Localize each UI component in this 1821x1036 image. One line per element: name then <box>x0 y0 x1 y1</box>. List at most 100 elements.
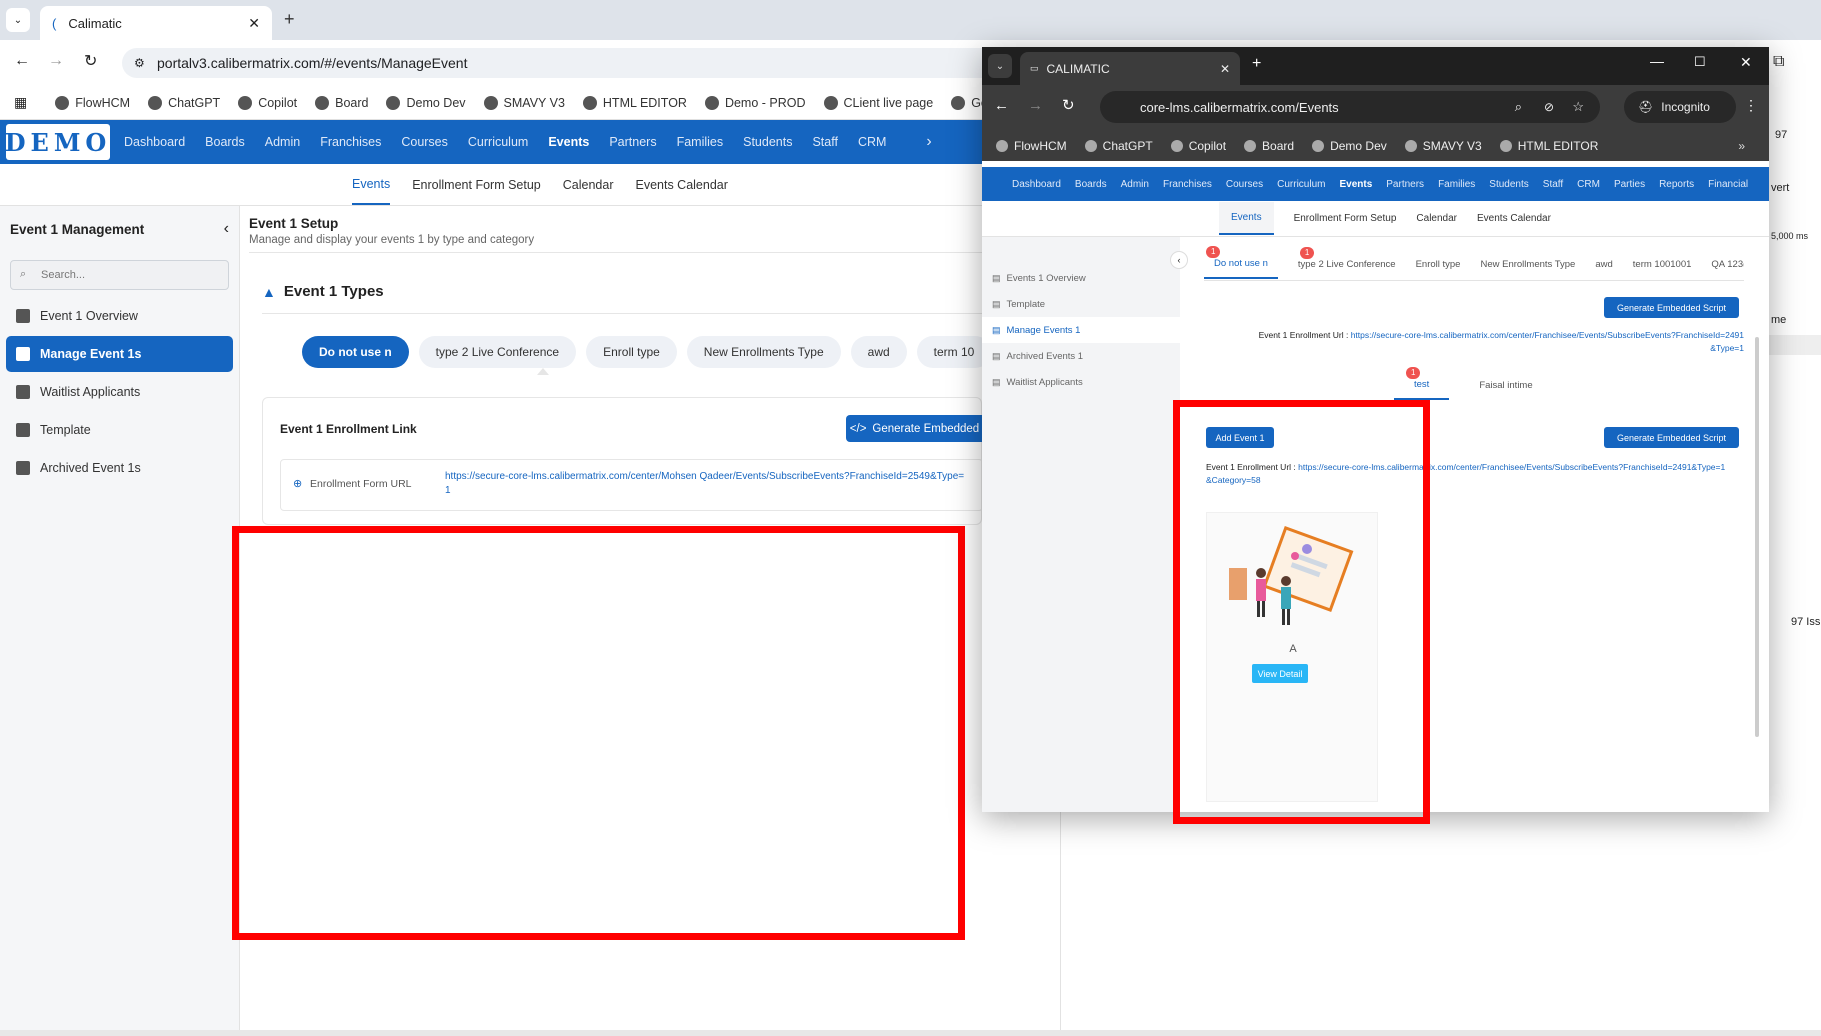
nav-partners[interactable]: Partners <box>609 135 656 149</box>
nav-admin[interactable]: Admin <box>265 135 300 149</box>
front-tab-search-button[interactable]: ⌄ <box>988 54 1012 78</box>
generate-embedded-button[interactable]: </> Generate Embedded <box>846 415 983 442</box>
sidebar-item-template[interactable]: Template <box>6 412 233 448</box>
front-type-tab-term-1001001[interactable]: term 1001001 <box>1633 255 1692 278</box>
event-type-do-not-use-n[interactable]: Do not use n <box>302 336 409 368</box>
bookmark-chatgpt[interactable]: ChatGPT <box>148 95 220 110</box>
back-address-bar[interactable]: ⚙ portalv3.calibermatrix.com/#/events/Ma… <box>122 48 1122 78</box>
bookmark-client-live-page[interactable]: CLient live page <box>823 95 933 110</box>
sidebar-item-waitlist-applicants[interactable]: Waitlist Applicants <box>6 374 233 410</box>
eye-off-icon[interactable]: ⊘ <box>1544 100 1554 114</box>
nav-franchises[interactable]: Franchises <box>320 135 381 149</box>
front-bookmark-board[interactable]: Board <box>1244 139 1294 153</box>
front-bookmark-copilot[interactable]: Copilot <box>1170 139 1226 153</box>
front-sidebar-waitlist-applicants[interactable]: ▤ Waitlist Applicants <box>982 369 1180 395</box>
apps-grid-icon[interactable]: ▦ <box>14 94 27 111</box>
front-close-tab-icon[interactable]: ✕ <box>1220 62 1230 76</box>
front-sidebar-archived-events-1[interactable]: ▤ Archived Events 1 <box>982 343 1180 369</box>
bookmark-demo-prod[interactable]: Demo - PROD <box>704 95 806 110</box>
front-nav-events[interactable]: Events <box>1339 179 1372 190</box>
sidebar-search-input[interactable]: ⌕ Search... <box>10 260 229 290</box>
front-nav-dashboard[interactable]: Dashboard <box>1012 179 1061 190</box>
front-sidebar-template[interactable]: ▤ Template <box>982 291 1180 317</box>
front-new-tab-button[interactable]: + <box>1252 55 1261 73</box>
back-arrow-icon[interactable]: ← <box>14 52 30 70</box>
front-nav-reports[interactable]: Reports <box>1659 179 1694 190</box>
zoom-icon[interactable]: ⌕ <box>1515 99 1522 115</box>
nav-curriculum[interactable]: Curriculum <box>468 135 528 149</box>
front-enroll-url-link[interactable]: https://secure-core-lms.calibermatrix.co… <box>1351 330 1744 353</box>
front-bookmark-flowhcm[interactable]: FlowHCM <box>996 139 1067 153</box>
nav-boards[interactable]: Boards <box>205 135 245 149</box>
front-generate-button-top[interactable]: Generate Embedded Script <box>1604 297 1739 318</box>
event-type-type-2-live-conference[interactable]: type 2 Live Conference <box>418 336 577 368</box>
front-nav-families[interactable]: Families <box>1438 179 1475 190</box>
front-type-tab-qa-123[interactable]: QA 123( <box>1711 255 1744 278</box>
nav-courses[interactable]: Courses <box>401 135 448 149</box>
front-back-arrow-icon[interactable]: ← <box>994 97 1009 114</box>
nav-events[interactable]: Events <box>548 135 589 149</box>
subnav-calendar[interactable]: Calendar <box>563 166 614 204</box>
front-nav-crm[interactable]: CRM <box>1577 179 1600 190</box>
window-close-icon[interactable]: ✕ <box>1740 54 1752 71</box>
demo-logo[interactable]: DEMO <box>5 124 110 160</box>
bookmark-copilot[interactable]: Copilot <box>238 95 297 110</box>
sidebar-item-manage-event-1s[interactable]: Manage Event 1s <box>6 336 233 372</box>
subnav-events-calendar[interactable]: Events Calendar <box>635 166 727 204</box>
front-nav-financial[interactable]: Financial <box>1708 179 1748 190</box>
nav-families[interactable]: Families <box>677 135 724 149</box>
front-generate-button-cat[interactable]: Generate Embedded Script <box>1604 427 1739 448</box>
sidebar-item-archived-event-1s[interactable]: Archived Event 1s <box>6 450 233 486</box>
star-icon[interactable]: ☆ <box>1572 99 1584 115</box>
front-nav-admin[interactable]: Admin <box>1121 179 1149 190</box>
front-nav-curriculum[interactable]: Curriculum <box>1277 179 1325 190</box>
incognito-badge[interactable]: ⛑ Incognito <box>1624 91 1736 123</box>
front-nav-boards[interactable]: Boards <box>1075 179 1107 190</box>
bookmark-smavy-v3[interactable]: SMAVY V3 <box>483 95 565 110</box>
event-type-awd[interactable]: awd <box>850 336 907 368</box>
front-type-tab-awd[interactable]: awd <box>1595 255 1612 278</box>
front-subnav-events-calendar[interactable]: Events Calendar <box>1477 203 1551 234</box>
subnav-events[interactable]: Events <box>352 165 391 205</box>
front-forward-arrow-icon[interactable]: → <box>1028 97 1043 114</box>
bookmark-board[interactable]: Board <box>315 95 368 110</box>
nav-staff[interactable]: Staff <box>812 135 837 149</box>
bottom-scrollbar[interactable] <box>0 1030 1821 1036</box>
subnav-enrollment-form-setup[interactable]: Enrollment Form Setup <box>412 166 541 204</box>
front-subnav-events[interactable]: Events <box>1219 202 1274 235</box>
forward-arrow-icon[interactable]: → <box>48 52 64 70</box>
front-bookmark-chatgpt[interactable]: ChatGPT <box>1084 139 1153 153</box>
front-nav-courses[interactable]: Courses <box>1226 179 1263 190</box>
event-type-enroll-type[interactable]: Enroll type <box>586 336 677 368</box>
front-type-tab-type-2-live-conference[interactable]: 1 type 2 Live Conference <box>1298 247 1396 278</box>
maximize-icon[interactable]: ☐ <box>1694 54 1706 70</box>
front-bookmark-html-editor[interactable]: HTML EDITOR <box>1499 139 1598 153</box>
sidebar-item-event-1-overview[interactable]: Event 1 Overview <box>6 298 233 334</box>
event-type-term-10[interactable]: term 10 <box>916 336 982 368</box>
front-type-tab-enroll-type[interactable]: Enroll type <box>1416 255 1461 278</box>
reload-icon[interactable]: ↻ <box>84 51 97 71</box>
new-tab-button[interactable]: + <box>284 9 295 30</box>
nav-crm[interactable]: CRM <box>858 135 886 149</box>
front-bookmark-demo-dev[interactable]: Demo Dev <box>1312 139 1387 153</box>
front-type-tab-do-not-use-n[interactable]: 1 Do not use n <box>1204 246 1278 279</box>
front-nav-students[interactable]: Students <box>1489 179 1528 190</box>
tab-search-button[interactable]: ⌄ <box>6 8 30 32</box>
extensions-icon[interactable]: ⧉ <box>1773 53 1784 71</box>
back-browser-tab[interactable]: ( Calimatic ✕ <box>40 6 272 40</box>
front-nav-partners[interactable]: Partners <box>1386 179 1424 190</box>
front-address-bar[interactable]: core-lms.calibermatrix.com/Events ⌕ ⊘ ☆ <box>1100 91 1600 123</box>
bookmarks-overflow-icon[interactable]: » <box>1738 139 1745 153</box>
front-nav-franchises[interactable]: Franchises <box>1163 179 1212 190</box>
bookmark-flowhcm[interactable]: FlowHCM <box>55 95 130 110</box>
nav-dashboard[interactable]: Dashboard <box>124 135 185 149</box>
front-subnav-enrollment-form-setup[interactable]: Enrollment Form Setup <box>1294 203 1397 234</box>
category-tab-test[interactable]: 1 test <box>1394 366 1450 400</box>
front-collapse-icon[interactable]: ‹ <box>1170 251 1188 269</box>
front-browser-tab[interactable]: ▭ CALIMATIC ✕ <box>1020 52 1240 85</box>
front-sidebar-manage-events-1[interactable]: ▤ Manage Events 1 <box>982 317 1180 343</box>
front-type-tab-new-enrollments-type[interactable]: New Enrollments Type <box>1480 255 1575 278</box>
front-sidebar-events-1-overview[interactable]: ▤ Events 1 Overview <box>982 265 1180 291</box>
bookmark-demo-dev[interactable]: Demo Dev <box>386 95 466 110</box>
nav-next-chevron-icon[interactable]: › <box>926 133 931 151</box>
